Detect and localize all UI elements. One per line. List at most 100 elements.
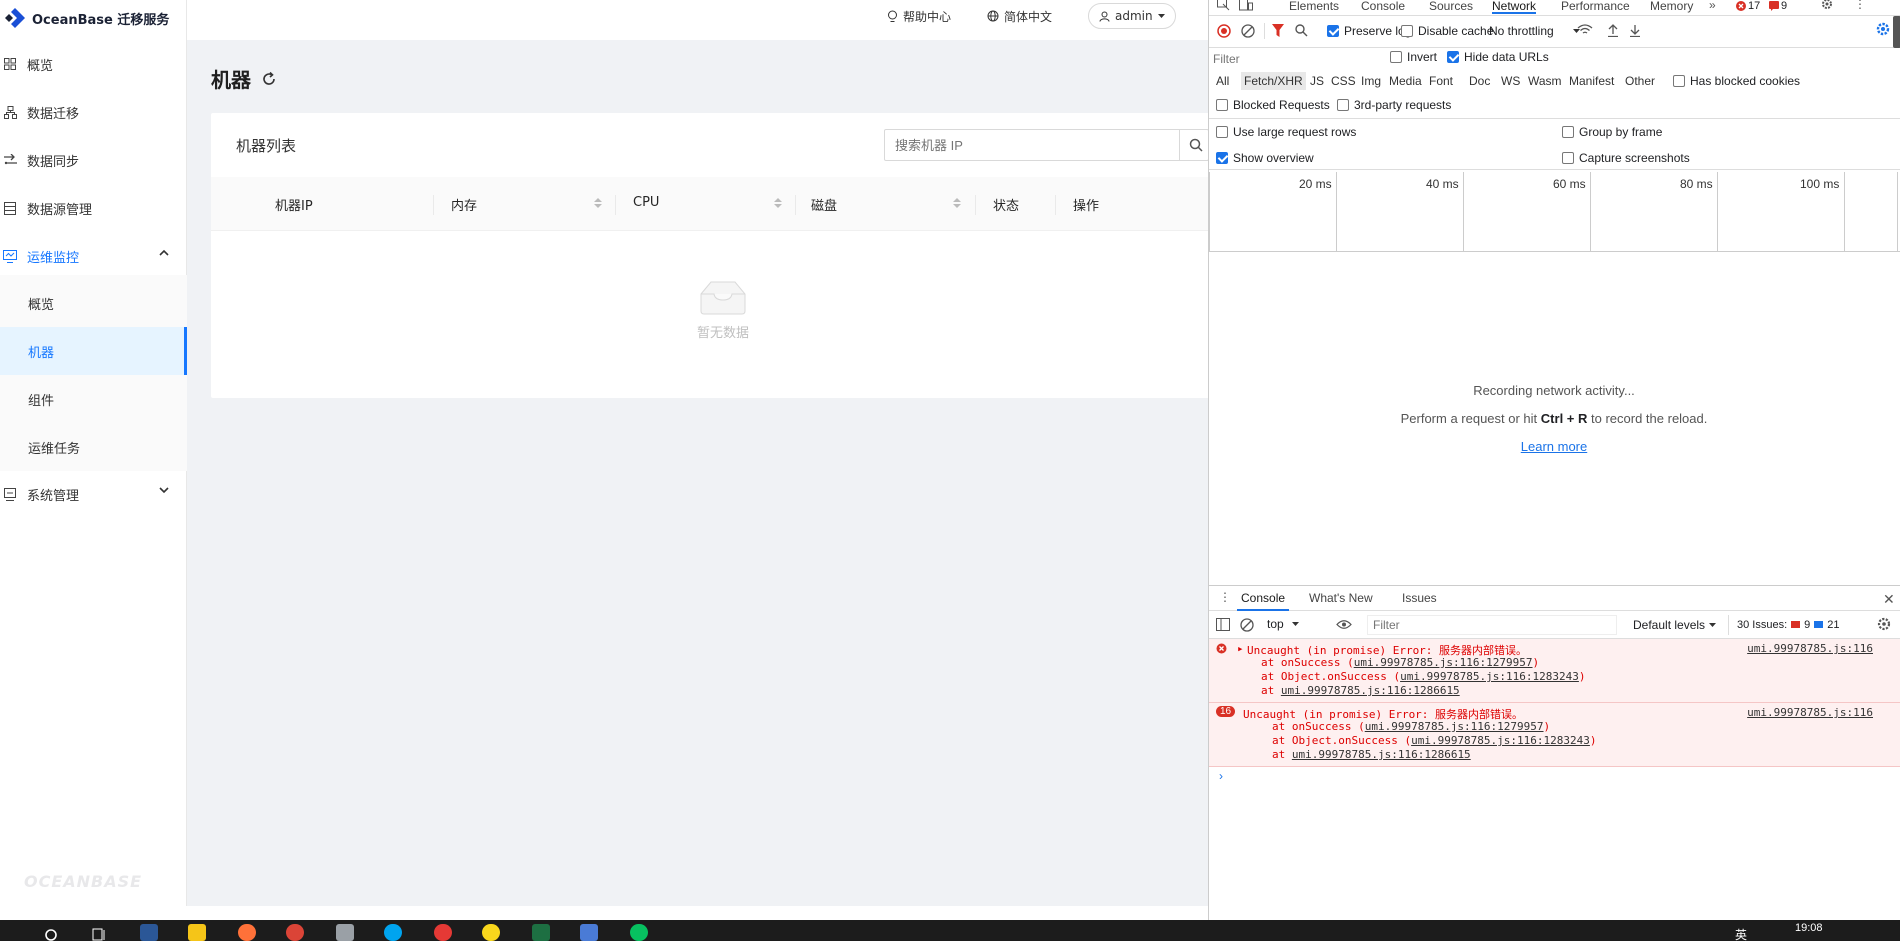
- sidebar-subitem-components[interactable]: 组件: [0, 375, 187, 423]
- throttling-select[interactable]: No throttling: [1489, 24, 1580, 38]
- drawer-tab-issues[interactable]: Issues: [1402, 592, 1437, 606]
- tab-sources[interactable]: Sources: [1429, 0, 1473, 14]
- help-center-link[interactable]: 帮助中心: [887, 0, 951, 32]
- language-switch[interactable]: 简体中文: [987, 0, 1052, 32]
- drawer-tab-whats-new[interactable]: What's New: [1309, 592, 1373, 606]
- import-har-icon[interactable]: [1607, 24, 1619, 37]
- console-filter-input[interactable]: [1367, 615, 1617, 635]
- stack-link[interactable]: umi.99978785.js:116:1279957: [1354, 656, 1533, 669]
- taskbar-app-icon[interactable]: [434, 924, 452, 941]
- disable-cache-checkbox[interactable]: Disable cache: [1401, 24, 1493, 38]
- preserve-log-checkbox[interactable]: Preserve log: [1327, 24, 1411, 38]
- type-filter-other[interactable]: Other: [1625, 74, 1655, 88]
- sidebar-item-overview[interactable]: 概览: [0, 40, 187, 88]
- taskbar-app-icon[interactable]: [140, 924, 158, 941]
- console-error-message[interactable]: 16 Uncaught (in promise) Error: 服务器内部错误。…: [1209, 703, 1900, 767]
- chrome-icon[interactable]: [286, 924, 304, 941]
- sidebar-item-system-management[interactable]: 系统管理: [0, 470, 187, 518]
- network-filter-input[interactable]: [1213, 50, 1383, 68]
- learn-more-link[interactable]: Learn more: [1521, 439, 1587, 454]
- type-filter-doc[interactable]: Doc: [1469, 74, 1490, 88]
- sidebar-item-data-migration[interactable]: 数据迁移: [0, 88, 187, 136]
- console-settings-gear-icon[interactable]: [1877, 617, 1891, 631]
- type-filter-img[interactable]: Img: [1361, 74, 1381, 88]
- clear-console-icon[interactable]: [1240, 618, 1254, 632]
- search-button[interactable]: [1179, 129, 1208, 161]
- capture-screenshots-checkbox[interactable]: Capture screenshots: [1562, 151, 1690, 165]
- search-input[interactable]: [885, 130, 1180, 160]
- third-party-checkbox[interactable]: 3rd-party requests: [1337, 98, 1451, 112]
- type-filter-media[interactable]: Media: [1389, 74, 1422, 88]
- search-icon[interactable]: [1295, 24, 1308, 37]
- type-filter-ws[interactable]: WS: [1501, 74, 1520, 88]
- invert-checkbox[interactable]: Invert: [1390, 50, 1437, 64]
- drawer-tab-console[interactable]: Console: [1237, 592, 1290, 611]
- has-blocked-cookies-checkbox[interactable]: Has blocked cookies: [1673, 74, 1800, 88]
- tab-memory[interactable]: Memory: [1650, 0, 1693, 14]
- type-filter-font[interactable]: Font: [1429, 74, 1453, 88]
- console-prompt-icon[interactable]: ›: [1219, 769, 1223, 783]
- tab-elements[interactable]: Elements: [1289, 0, 1339, 14]
- clear-icon[interactable]: [1241, 24, 1255, 38]
- stack-link[interactable]: umi.99978785.js:116:1283243: [1400, 670, 1579, 683]
- large-rows-checkbox[interactable]: Use large request rows: [1216, 125, 1356, 139]
- wechat-icon[interactable]: [630, 924, 648, 941]
- stack-link[interactable]: umi.99978785.js:116:1279957: [1365, 720, 1544, 733]
- type-filter-manifest[interactable]: Manifest: [1569, 74, 1614, 88]
- task-view-icon[interactable]: [92, 928, 106, 941]
- context-select[interactable]: top: [1267, 617, 1299, 631]
- gear-icon[interactable]: [1821, 0, 1833, 10]
- sort-icon[interactable]: [953, 197, 961, 209]
- app-logo[interactable]: OceanBase 迁移服务: [4, 6, 169, 30]
- firefox-icon[interactable]: [238, 924, 256, 941]
- type-filter-css[interactable]: CSS: [1331, 74, 1356, 88]
- export-har-icon[interactable]: [1629, 24, 1641, 37]
- edge-icon[interactable]: [384, 924, 402, 941]
- source-link[interactable]: umi.99978785.js:116: [1747, 706, 1873, 719]
- sidebar-item-datasource[interactable]: 数据源管理: [0, 184, 187, 232]
- type-filter-fetch-xhr[interactable]: Fetch/XHR: [1241, 72, 1306, 90]
- sort-icon[interactable]: [774, 197, 782, 209]
- taskbar-app-icon[interactable]: [336, 924, 354, 941]
- tab-console[interactable]: Console: [1361, 0, 1405, 14]
- excel-icon[interactable]: [532, 924, 550, 941]
- drawer-menu-icon[interactable]: ⋮: [1219, 590, 1231, 604]
- filter-icon[interactable]: [1272, 24, 1284, 37]
- network-settings-gear-icon[interactable]: [1876, 22, 1890, 36]
- error-counter[interactable]: 17: [1736, 0, 1760, 12]
- tab-performance[interactable]: Performance: [1561, 0, 1630, 14]
- console-error-message[interactable]: ▸ Uncaught (in promise) Error: 服务器内部错误。 …: [1209, 639, 1900, 703]
- taskbar-app-icon[interactable]: [482, 924, 500, 941]
- input-language[interactable]: 英: [1735, 926, 1747, 943]
- sidebar-subitem-overview[interactable]: 概览: [0, 279, 187, 327]
- tab-network[interactable]: Network: [1492, 0, 1537, 14]
- file-explorer-icon[interactable]: [188, 924, 206, 941]
- issues-counter[interactable]: 30 Issues: 9 21: [1728, 615, 1840, 635]
- close-drawer-icon[interactable]: ✕: [1883, 591, 1895, 608]
- taskbar-app-icon[interactable]: [580, 924, 598, 941]
- record-stop-icon[interactable]: [1217, 24, 1231, 38]
- sort-icon[interactable]: [594, 197, 602, 209]
- inspect-icon[interactable]: [1217, 0, 1230, 12]
- side-scrollbar[interactable]: [1893, 16, 1900, 48]
- show-overview-checkbox[interactable]: Show overview: [1216, 151, 1314, 165]
- user-menu-button[interactable]: admin: [1088, 3, 1176, 29]
- more-tabs-icon[interactable]: »: [1709, 0, 1716, 12]
- warning-counter[interactable]: 9: [1769, 0, 1787, 12]
- log-levels-select[interactable]: Default levels: [1633, 618, 1717, 632]
- taskbar-clock[interactable]: 19:08: [1795, 922, 1823, 934]
- column-header-disk[interactable]: 磁盘: [811, 195, 837, 214]
- sidebar-subitem-machines[interactable]: 机器: [0, 327, 187, 375]
- device-toolbar-icon[interactable]: [1239, 0, 1253, 12]
- stack-link[interactable]: umi.99978785.js:116:1286615: [1281, 684, 1460, 697]
- hide-data-urls-checkbox[interactable]: Hide data URLs: [1447, 50, 1549, 64]
- refresh-icon[interactable]: [261, 71, 277, 87]
- expand-triangle-icon[interactable]: ▸: [1237, 642, 1244, 655]
- type-filter-all[interactable]: All: [1216, 74, 1229, 88]
- sidebar-subitem-ops-tasks[interactable]: 运维任务: [0, 423, 187, 471]
- sidebar-toggle-icon[interactable]: [1216, 618, 1230, 631]
- type-filter-js[interactable]: JS: [1310, 74, 1324, 88]
- group-by-frame-checkbox[interactable]: Group by frame: [1562, 125, 1662, 139]
- kebab-menu-icon[interactable]: ⋮: [1854, 0, 1866, 11]
- stack-link[interactable]: umi.99978785.js:116:1286615: [1292, 748, 1471, 761]
